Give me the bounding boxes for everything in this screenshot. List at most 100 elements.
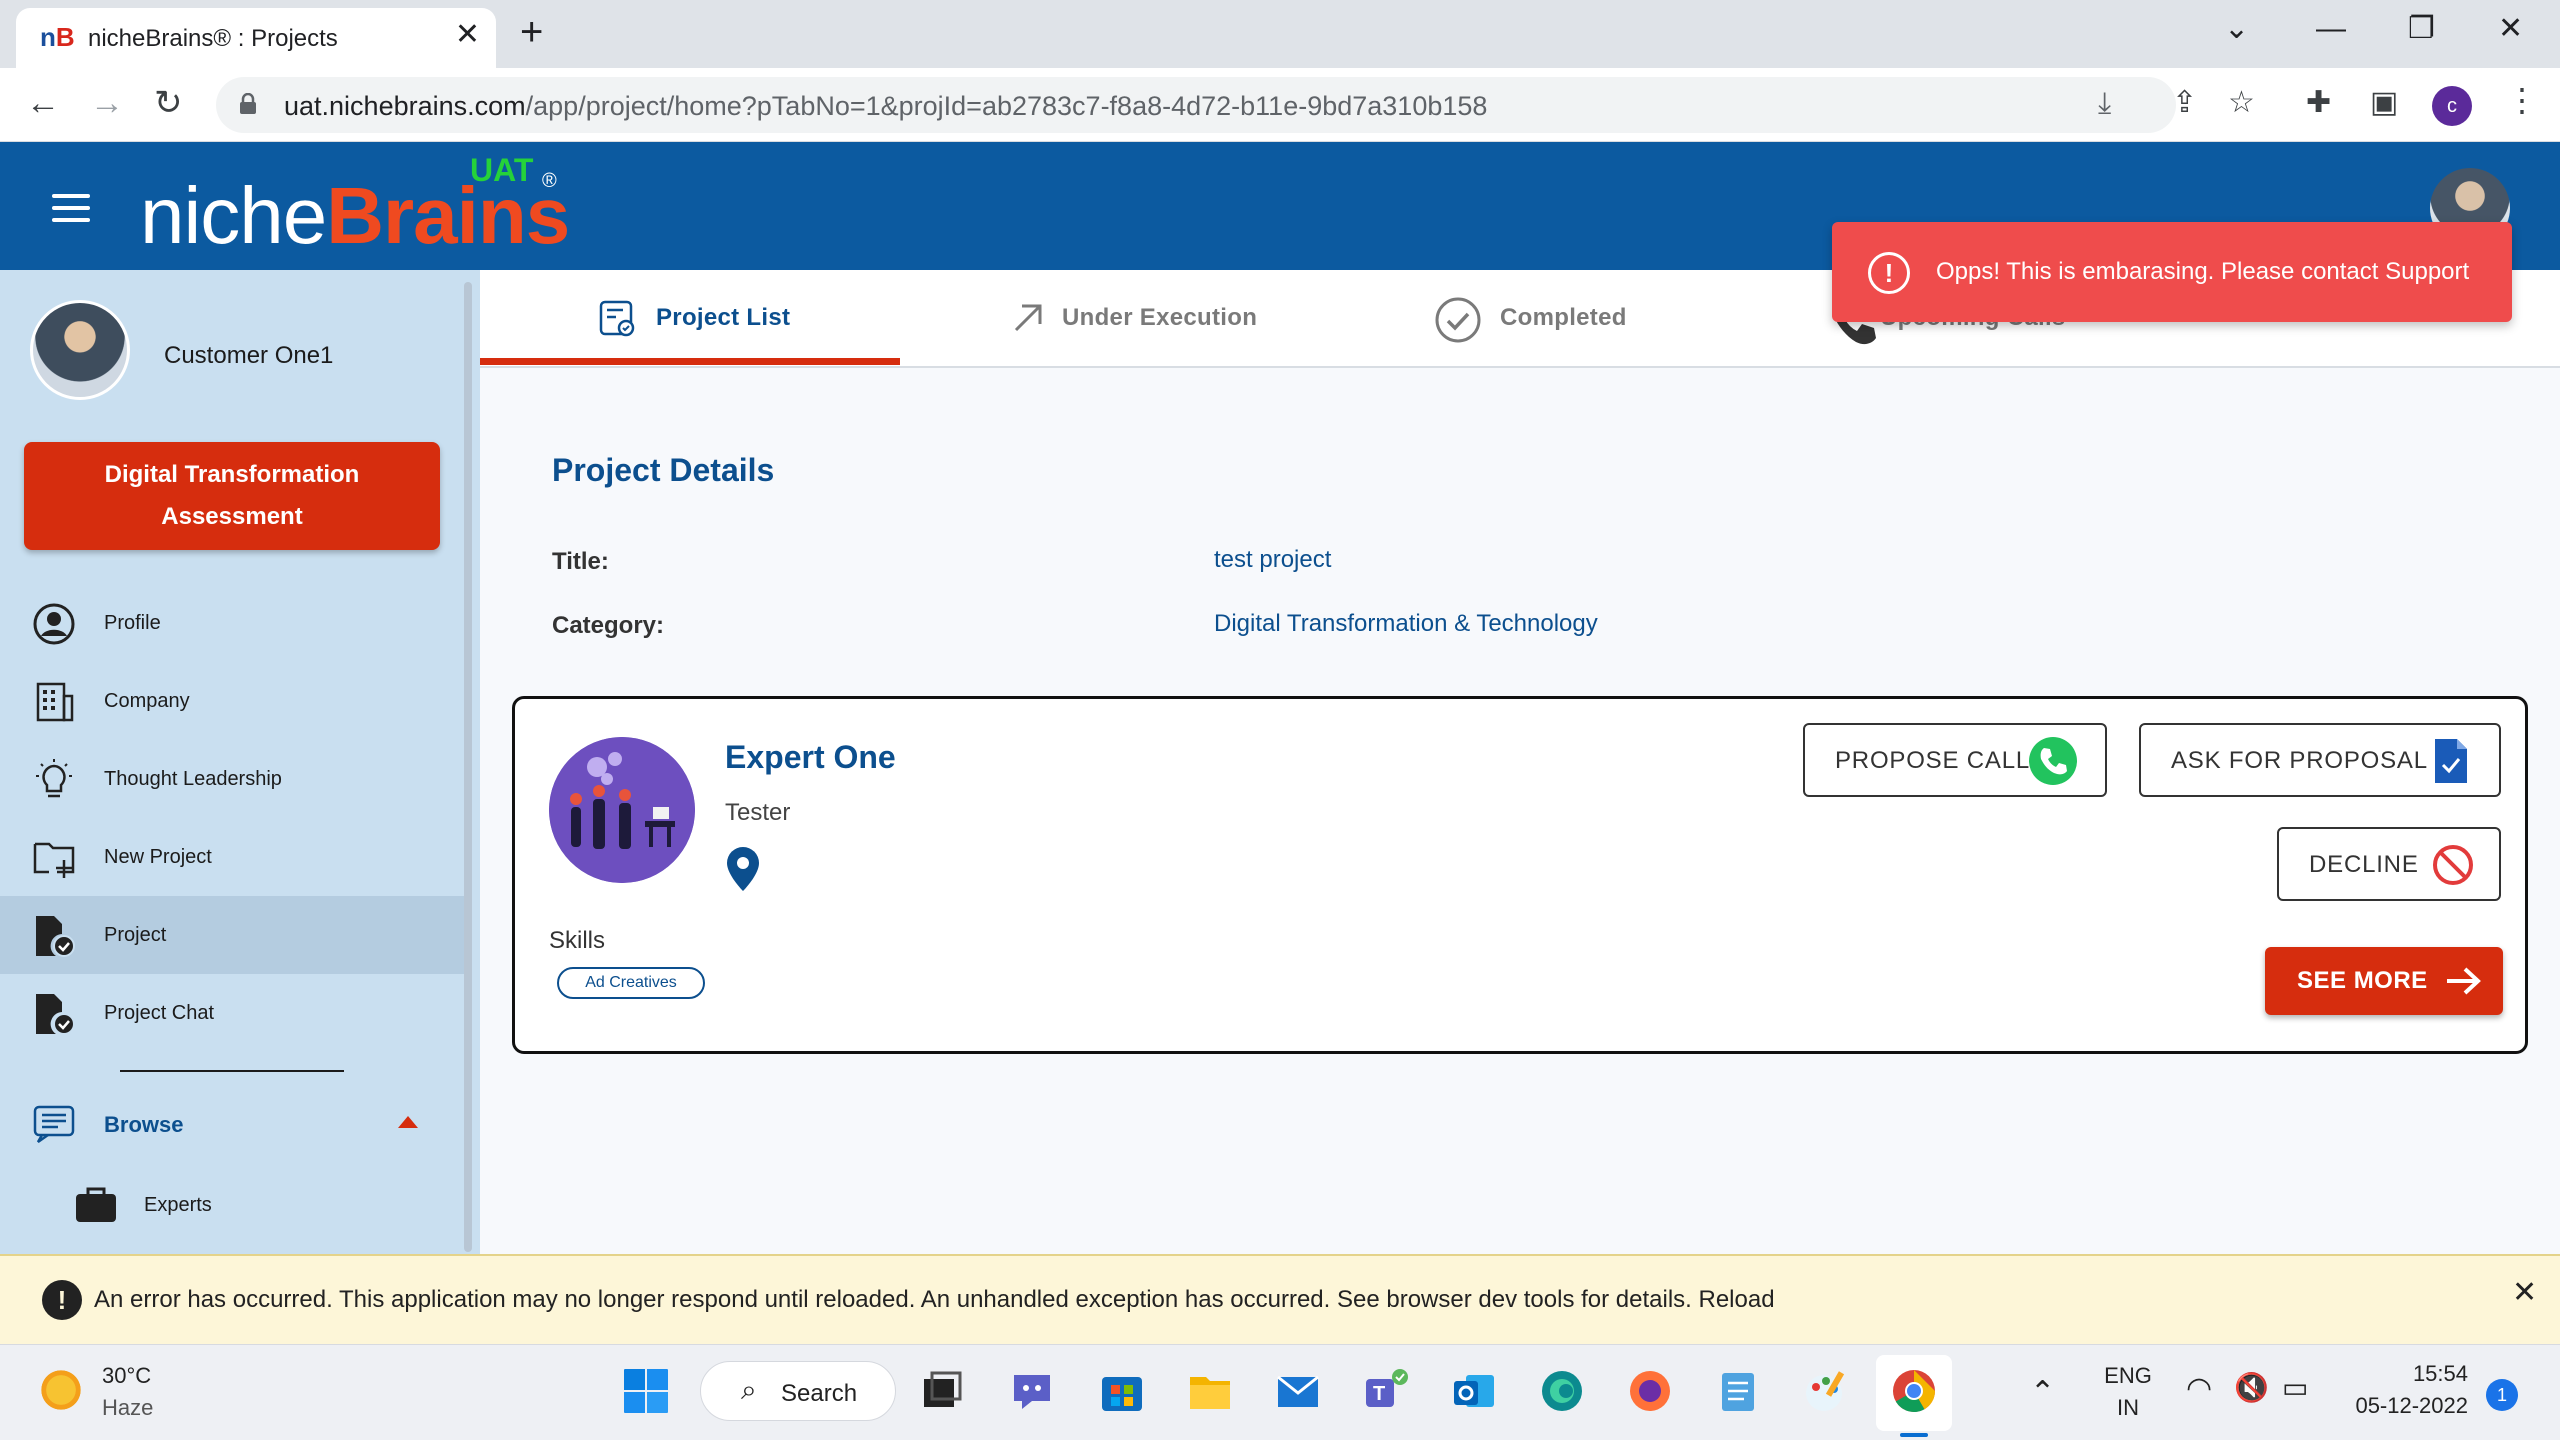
file-explorer-icon[interactable] <box>1186 1367 1234 1415</box>
clock[interactable]: 15:54 05-12-2022 <box>2340 1361 2468 1419</box>
sidebar-item-company[interactable]: Company <box>0 662 464 740</box>
menu-kebab-icon[interactable]: ⋮ <box>2506 84 2538 116</box>
tray-overflow-icon[interactable]: ⌃ <box>2030 1375 2055 1410</box>
restore-icon[interactable]: ❐ <box>2408 14 2435 44</box>
star-icon[interactable]: ☆ <box>2228 88 2255 118</box>
language-line-1: ENG <box>2104 1363 2152 1388</box>
language-indicator[interactable]: ENG IN <box>2100 1363 2156 1421</box>
sidebar-item-label: Project <box>104 924 167 946</box>
chrome-icon[interactable] <box>1890 1367 1938 1415</box>
notification-badge[interactable]: 1 <box>2486 1379 2518 1411</box>
sidebar-item-project[interactable]: Project <box>0 896 464 974</box>
new-tab-icon[interactable]: + <box>520 12 543 52</box>
firefox-icon[interactable] <box>1626 1367 1674 1415</box>
reload-icon[interactable]: ↻ <box>154 86 183 120</box>
location-pin-icon <box>727 847 759 891</box>
url-host: uat.nichebrains.com <box>284 91 526 121</box>
ask-for-proposal-button[interactable]: ASK FOR PROPOSAL <box>2139 723 2501 797</box>
file-check-icon <box>36 916 75 957</box>
chat-icon[interactable] <box>1008 1367 1056 1415</box>
lightbulb-icon <box>36 759 72 798</box>
browse-label: Browse <box>104 1112 184 1137</box>
extensions-icon[interactable]: ✚ <box>2306 88 2331 118</box>
tab-project-list[interactable]: Project List <box>480 270 900 366</box>
uat-badge: UAT <box>470 152 534 188</box>
mail-icon[interactable] <box>1274 1367 1322 1415</box>
weather-description[interactable]: Haze <box>102 1395 153 1421</box>
dta-line-2: Assessment <box>161 503 303 530</box>
sidebar-divider <box>120 1070 344 1072</box>
paint-icon[interactable] <box>1802 1367 1850 1415</box>
close-tab-icon[interactable]: ✕ <box>455 20 480 50</box>
side-panel-icon[interactable]: ▣ <box>2370 88 2398 118</box>
tab-under-execution[interactable]: Under Execution <box>900 270 1320 366</box>
forward-arrow-icon[interactable]: → <box>90 86 124 120</box>
back-arrow-icon[interactable]: ← <box>26 86 60 120</box>
wifi-icon[interactable]: ◠ <box>2186 1371 2212 1406</box>
edge-icon[interactable] <box>1538 1367 1586 1415</box>
outlook-icon[interactable] <box>1450 1367 1498 1415</box>
expert-card: Expert One Tester Skills Ad Creatives PR… <box>512 696 2528 1054</box>
dismiss-error-icon[interactable]: ✕ <box>2512 1278 2537 1308</box>
error-message: An error has occurred. This application … <box>94 1286 1775 1313</box>
digital-transformation-assessment-button[interactable]: Digital Transformation Assessment <box>24 442 440 550</box>
error-icon: ! <box>42 1280 82 1320</box>
teams-icon[interactable]: T <box>1362 1367 1410 1415</box>
windows-start-icon[interactable] <box>622 1367 670 1415</box>
user-circle-icon <box>33 603 75 645</box>
sidebar-item-project-chat[interactable]: Project Chat <box>0 974 464 1052</box>
url-path: /app/project/home?pTabNo=1&projId=ab2783… <box>525 91 1488 121</box>
clock-date: 05-12-2022 <box>2355 1393 2468 1418</box>
install-icon[interactable]: ⤓ <box>2098 89 2111 119</box>
sidebar-item-label: Profile <box>104 612 161 634</box>
category-value: Digital Transformation & Technology <box>1214 610 1598 637</box>
close-window-icon[interactable]: ✕ <box>2498 14 2523 44</box>
browser-tab-strip: nB nicheBrains® : Projects ✕ + ⌄ — ❐ ✕ <box>0 0 2560 68</box>
propose-call-button[interactable]: PROPOSE CALL <box>1803 723 2107 797</box>
toast-message: Opps! This is embarasing. Please contact… <box>1936 258 2470 285</box>
browser-tab[interactable]: nB nicheBrains® : Projects ✕ <box>16 8 496 68</box>
taskbar-search[interactable]: ⌕ Search <box>700 1361 896 1421</box>
project-list-icon <box>599 300 635 337</box>
expert-name[interactable]: Expert One <box>725 739 896 776</box>
sidebar-scrollbar[interactable] <box>464 282 472 1252</box>
share-icon[interactable]: ⇪ <box>2172 88 2197 118</box>
button-label: PROPOSE CALL <box>1835 747 2031 774</box>
button-label: DECLINE <box>2309 851 2419 878</box>
registered-mark: ® <box>542 170 557 192</box>
button-label: SEE MORE <box>2297 967 2428 994</box>
profile-avatar[interactable]: c <box>2432 86 2472 126</box>
volume-muted-icon[interactable]: 🔇 <box>2234 1371 2269 1404</box>
svg-text:T: T <box>1373 1383 1385 1405</box>
tab-label: Under Execution <box>1062 304 1258 331</box>
hamburger-menu-icon[interactable] <box>52 194 90 222</box>
notepad-icon[interactable] <box>1714 1367 1762 1415</box>
battery-icon[interactable]: ▭ <box>2282 1371 2308 1404</box>
windows-taskbar: 30°C Haze ⌕ Search T ⌃ ENG IN ◠ 🔇 ▭ 15:5… <box>0 1344 2560 1440</box>
store-icon[interactable] <box>1098 1367 1146 1415</box>
language-line-2: IN <box>2117 1395 2139 1420</box>
decline-button[interactable]: DECLINE <box>2277 827 2501 901</box>
logo-niche: niche <box>140 171 327 260</box>
file-check-icon <box>36 994 75 1035</box>
check-circle-icon <box>1435 297 1481 343</box>
title-label: Title: <box>552 548 609 575</box>
address-bar[interactable]: uat.nichebrains.com/app/project/home?pTa… <box>216 77 2176 133</box>
expert-illustration <box>549 737 695 883</box>
see-more-button[interactable]: SEE MORE <box>2265 947 2503 1015</box>
sidebar-item-label: New Project <box>104 846 212 868</box>
sidebar-item-thought-leadership[interactable]: Thought Leadership <box>0 740 464 818</box>
favicon-icon: nB <box>40 22 75 52</box>
sidebar-item-new-project[interactable]: New Project <box>0 818 464 896</box>
sidebar-item-label: Project Chat <box>104 1002 215 1024</box>
weather-sun-icon[interactable] <box>38 1367 84 1413</box>
building-icon <box>36 682 74 722</box>
sidebar-item-profile[interactable]: Profile <box>0 584 464 662</box>
task-view-icon[interactable] <box>918 1367 966 1415</box>
tab-search-icon[interactable]: ⌄ <box>2224 14 2249 44</box>
folder-plus-icon <box>33 842 75 878</box>
tab-completed[interactable]: Completed <box>1320 270 1740 366</box>
error-toast[interactable]: ! Opps! This is embarasing. Please conta… <box>1832 222 2512 322</box>
minimize-icon[interactable]: — <box>2316 14 2346 44</box>
weather-temperature[interactable]: 30°C <box>102 1363 151 1389</box>
